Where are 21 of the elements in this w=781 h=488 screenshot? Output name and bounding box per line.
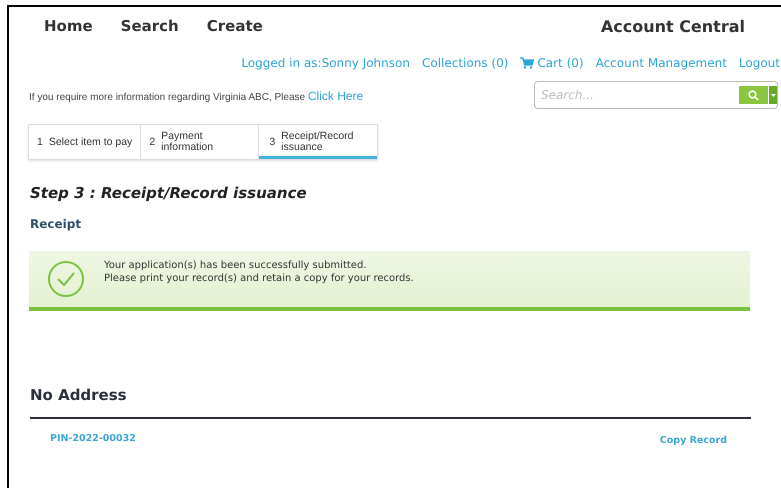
section-title: Receipt [30,216,82,232]
nav-link[interactable]: Search [120,15,179,38]
info-text: If you require more information regarding Virginia ABC, Please Click Here [29,88,364,105]
click-here-link[interactable]: Click Here [308,89,364,103]
cart-icon [520,57,534,69]
header-link[interactable]: Collections (0) [422,54,508,72]
cart-link[interactable]: Cart (0) [520,54,584,72]
step-tab[interactable]: 1 Select item to pay [29,125,142,159]
copy-record-link[interactable]: Copy Record [660,434,727,448]
header-link[interactable]: Logged in as:Sonny Johnson [241,54,410,72]
header-link[interactable]: Account Management [596,54,727,72]
nav-link[interactable]: Create [206,15,263,38]
success-text: Please print your record(s) and retain a copy for your records. [104,272,414,284]
success-text: Your application(s) has been successfully submitted. [104,258,368,272]
header-link[interactable]: Logout [738,54,780,72]
account-title: Account Central [600,16,745,38]
nav-link[interactable]: Home [44,15,93,38]
step-heading: Step 3 : Receipt/Record issuance [30,183,308,204]
check-circle-icon [47,260,85,298]
record-link[interactable]: PIN-2022-00032 [50,432,136,448]
address-title: No Address [30,384,128,406]
